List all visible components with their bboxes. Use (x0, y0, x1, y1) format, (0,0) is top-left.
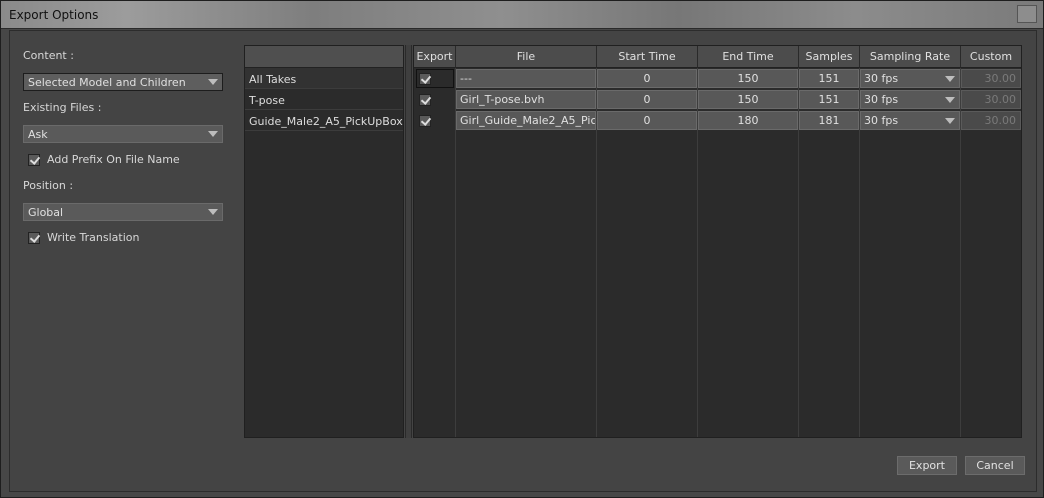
start-time-cell[interactable]: 0 (597, 111, 697, 130)
takes-list-header (245, 46, 403, 68)
content-label: Content : (23, 49, 74, 62)
export-grid: Export File Start Time End Time Samples … (413, 45, 1022, 438)
window-title: Export Options (9, 8, 99, 22)
chevron-down-icon (208, 131, 218, 137)
column-header-export[interactable]: Export (414, 46, 456, 68)
title-bar[interactable]: Export Options (1, 1, 1043, 29)
add-prefix-label: Add Prefix On File Name (47, 153, 180, 166)
column-header-start-time[interactable]: Start Time (597, 46, 698, 68)
takes-list-item[interactable]: All Takes (245, 68, 403, 89)
position-dropdown[interactable]: Global (23, 203, 223, 221)
close-button[interactable] (1017, 5, 1037, 23)
custom-rate-cell: 30.00 (961, 90, 1021, 109)
column-header-samples[interactable]: Samples (799, 46, 860, 68)
export-button[interactable]: Export (897, 456, 957, 475)
write-translation-label: Write Translation (47, 231, 140, 244)
samples-cell[interactable]: 151 (799, 69, 859, 88)
content-dropdown[interactable]: Selected Model and Children (23, 73, 223, 91)
row-export-checkbox[interactable] (419, 73, 431, 85)
sampling-rate-dropdown[interactable]: 30 fps (860, 90, 960, 109)
row-export-checkbox[interactable] (419, 115, 431, 127)
sampling-rate-value: 30 fps (864, 93, 899, 106)
file-cell[interactable]: --- (456, 69, 596, 88)
end-time-cell[interactable]: 150 (698, 90, 798, 109)
existing-files-dropdown-value: Ask (28, 128, 48, 141)
row-export-checkbox[interactable] (419, 94, 431, 106)
chevron-down-icon (945, 118, 955, 124)
sampling-rate-value: 30 fps (864, 114, 899, 127)
column-header-custom[interactable]: Custom (961, 46, 1021, 68)
sampling-rate-dropdown[interactable]: 30 fps (860, 69, 960, 88)
sampling-rate-value: 30 fps (864, 72, 899, 85)
takes-list-item[interactable]: Guide_Male2_A5_PickUpBox (245, 110, 403, 131)
chevron-down-icon (208, 79, 218, 85)
cancel-button[interactable]: Cancel (965, 456, 1025, 475)
existing-files-dropdown[interactable]: Ask (23, 125, 223, 143)
write-translation-checkbox[interactable] (28, 232, 40, 244)
column-header-sampling-rate[interactable]: Sampling Rate (860, 46, 961, 68)
column-header-file[interactable]: File (456, 46, 597, 68)
column-header-end-time[interactable]: End Time (698, 46, 799, 68)
chevron-down-icon (208, 209, 218, 215)
end-time-cell[interactable]: 180 (698, 111, 798, 130)
panel-splitter[interactable] (405, 45, 412, 438)
start-time-cell[interactable]: 0 (597, 90, 697, 109)
file-cell[interactable]: Girl_T-pose.bvh (456, 90, 596, 109)
sampling-rate-dropdown[interactable]: 30 fps (860, 111, 960, 130)
custom-rate-cell: 30.00 (961, 111, 1021, 130)
end-time-cell[interactable]: 150 (698, 69, 798, 88)
position-dropdown-value: Global (28, 206, 64, 219)
takes-list-item[interactable]: T-pose (245, 89, 403, 110)
export-options-window: Export Options Content : Selected Model … (0, 0, 1044, 498)
position-label: Position : (23, 179, 74, 192)
add-prefix-checkbox[interactable] (28, 154, 40, 166)
existing-files-label: Existing Files : (23, 101, 102, 114)
content-dropdown-value: Selected Model and Children (28, 76, 186, 89)
chevron-down-icon (945, 97, 955, 103)
file-cell[interactable]: Girl_Guide_Male2_A5_PickUp (456, 111, 596, 130)
takes-list: All Takes T-pose Guide_Male2_A5_PickUpBo… (244, 45, 404, 438)
chevron-down-icon (945, 76, 955, 82)
samples-cell[interactable]: 181 (799, 111, 859, 130)
samples-cell[interactable]: 151 (799, 90, 859, 109)
custom-rate-cell: 30.00 (961, 69, 1021, 88)
start-time-cell[interactable]: 0 (597, 69, 697, 88)
